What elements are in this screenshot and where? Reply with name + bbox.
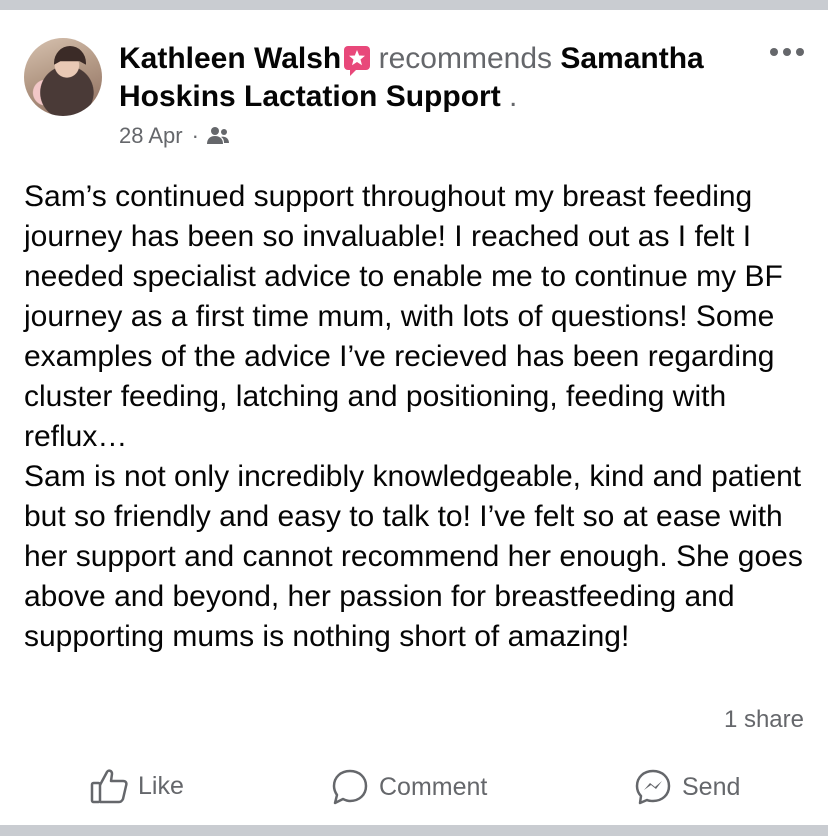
action-bar: Like Comment Send (0, 768, 828, 808)
post-paragraph: Sam is not only incredibly knowledgeable… (24, 460, 803, 653)
post-paragraph: Sam’s continued support throughout my br… (24, 180, 783, 453)
author-avatar[interactable] (24, 38, 102, 116)
trailing-period: . (509, 80, 518, 113)
comment-button[interactable]: Comment (331, 768, 487, 806)
post-header: Kathleen Walsh recommends Samantha Hoski… (119, 40, 759, 116)
share-count[interactable]: 1 share (724, 706, 804, 734)
recommends-verb: recommends (378, 42, 553, 75)
friends-audience-icon (206, 127, 229, 144)
post-date[interactable]: 28 Apr (119, 123, 183, 149)
recommendation-flag-icon (344, 46, 371, 76)
send-button[interactable]: Send (634, 768, 740, 806)
meta-separator: · (191, 123, 199, 148)
like-button[interactable]: Like (90, 768, 184, 804)
post-body: Sam’s continued support throughout my br… (24, 177, 814, 657)
like-label: Like (138, 771, 184, 800)
post-meta: 28 Apr · (119, 123, 230, 149)
post-card: Kathleen Walsh recommends Samantha Hoski… (0, 10, 828, 825)
more-options-button[interactable] (770, 48, 804, 56)
comment-bubble-icon (332, 769, 368, 805)
messenger-icon (635, 769, 671, 805)
dot-icon (770, 48, 778, 56)
dot-icon (783, 48, 791, 56)
thumbs-up-icon (90, 769, 128, 804)
send-label: Send (682, 772, 741, 801)
comment-label: Comment (379, 772, 488, 801)
dot-icon (796, 48, 804, 56)
author-name[interactable]: Kathleen Walsh (119, 42, 341, 75)
